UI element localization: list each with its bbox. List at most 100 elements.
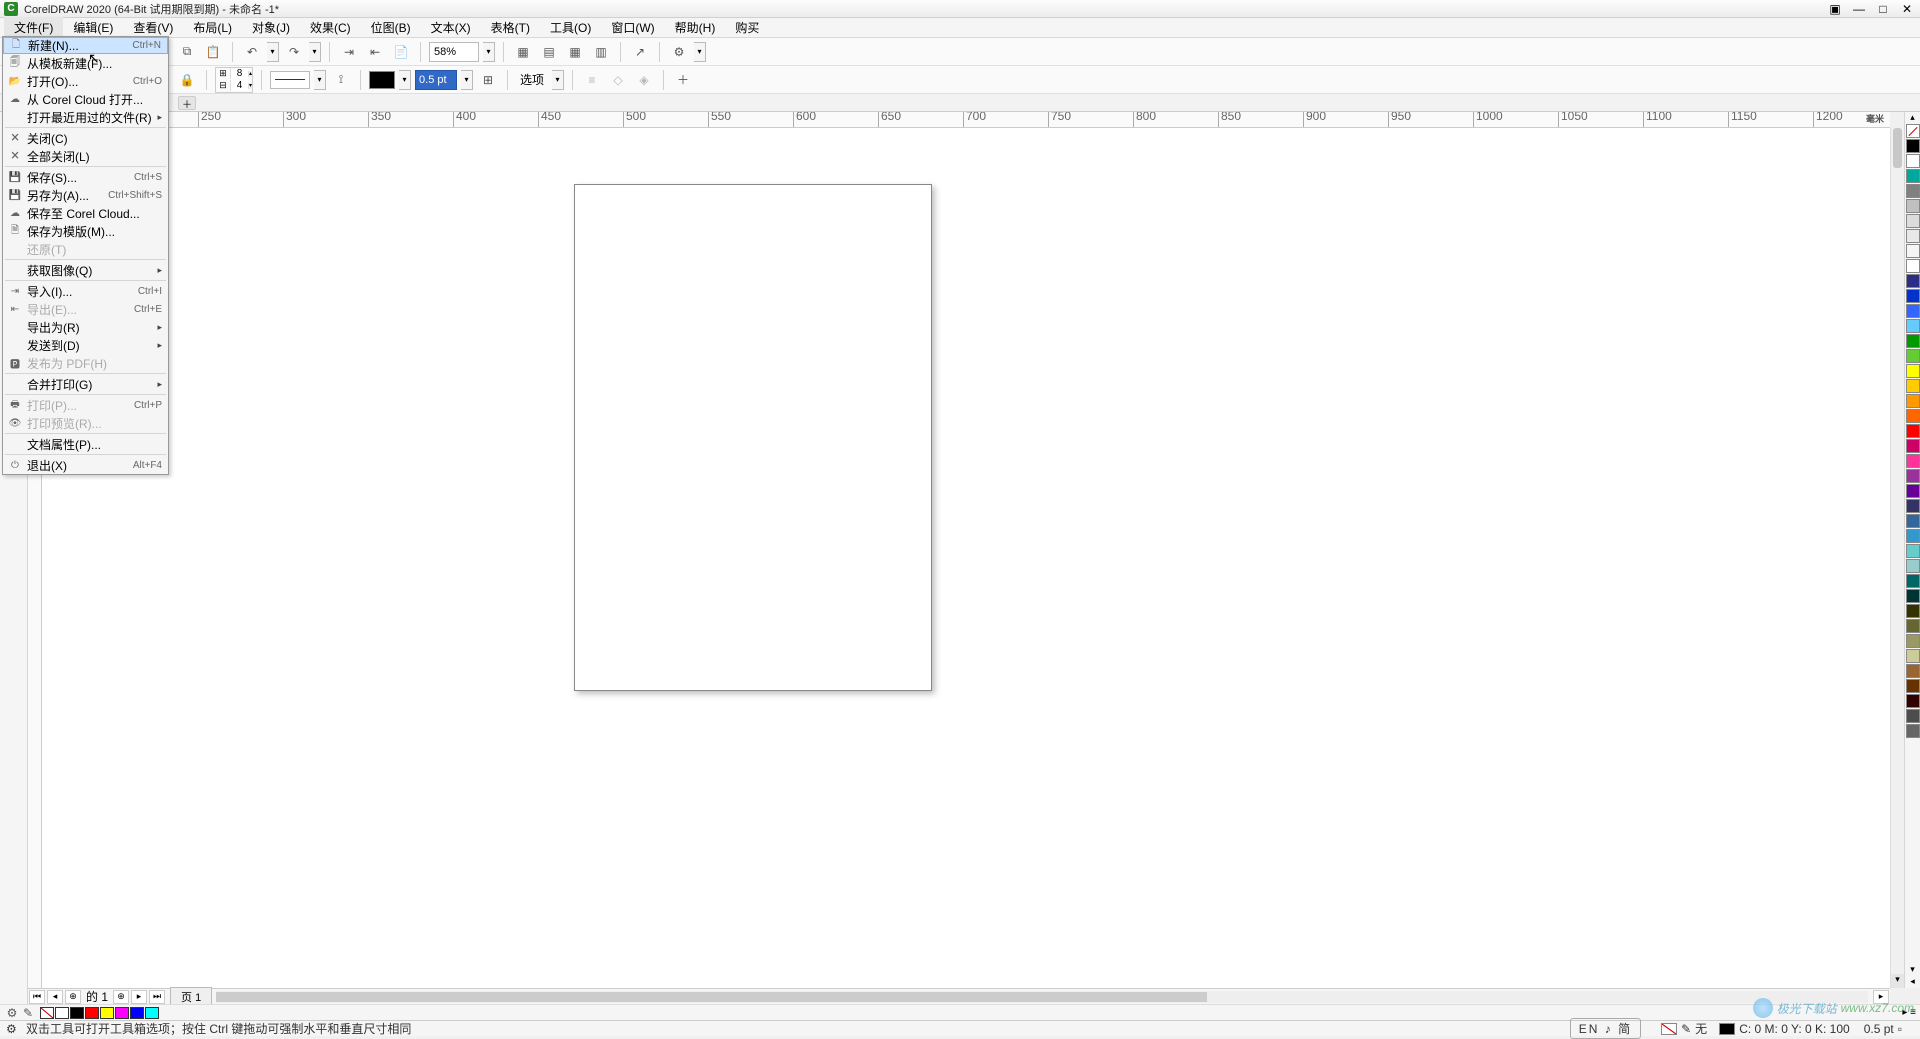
- palette-up-icon[interactable]: ▴: [1905, 112, 1920, 124]
- layout-icon[interactable]: ▣: [1826, 2, 1844, 16]
- palette-swatch[interactable]: [1906, 664, 1920, 678]
- palette-swatch[interactable]: [1906, 694, 1920, 708]
- menu-item-new[interactable]: 🗋新建(N)...Ctrl+N: [3, 37, 168, 54]
- distribute-icon[interactable]: ◇: [607, 69, 629, 91]
- fill-indicator[interactable]: ✎ 无: [1661, 1020, 1707, 1037]
- palette-swatch[interactable]: [1906, 484, 1920, 498]
- redo-icon[interactable]: ↷: [283, 41, 305, 63]
- outline-width-dropdown[interactable]: ▾: [461, 70, 473, 90]
- menu-bitmap[interactable]: 位图(B): [361, 17, 421, 38]
- menu-file[interactable]: 文件(F): [4, 17, 63, 38]
- palette-swatch[interactable]: [1906, 544, 1920, 558]
- menu-item-new-from-template[interactable]: 🗐从模板新建(F)...: [3, 54, 168, 72]
- page-next-icon[interactable]: ▸: [131, 990, 147, 1004]
- maximize-button[interactable]: □: [1874, 2, 1892, 16]
- add-icon[interactable]: ＋: [672, 69, 694, 91]
- palette-swatch[interactable]: [1906, 184, 1920, 198]
- grid-icon[interactable]: ▦: [564, 41, 586, 63]
- palette-swatch[interactable]: [1906, 604, 1920, 618]
- palette-swatch[interactable]: [1906, 244, 1920, 258]
- scroll-down-icon[interactable]: ▾: [1891, 974, 1904, 988]
- launch-icon[interactable]: ↗: [629, 41, 651, 63]
- guides-icon[interactable]: ▥: [590, 41, 612, 63]
- menu-item-close[interactable]: 🗙关闭(C): [3, 129, 168, 147]
- menu-item-close-all[interactable]: 🗙全部关闭(L): [3, 147, 168, 165]
- menu-item-open-cloud[interactable]: ☁从 Corel Cloud 打开...: [3, 90, 168, 108]
- bottom-swatch[interactable]: [145, 1007, 159, 1019]
- menu-item-doc-props[interactable]: 文档属性(P)...: [3, 435, 168, 453]
- menu-text[interactable]: 文本(X): [421, 17, 481, 38]
- options-gear-icon[interactable]: ⚙: [668, 41, 690, 63]
- page-add-before-icon[interactable]: ⊕: [65, 990, 81, 1004]
- menu-object[interactable]: 对象(J): [242, 17, 300, 38]
- align-icon[interactable]: ◈: [633, 69, 655, 91]
- menu-item-exit[interactable]: ⏻退出(X)Alt+F4: [3, 456, 168, 474]
- menu-item-acquire[interactable]: 获取图像(Q)▸: [3, 261, 168, 279]
- palette-swatch[interactable]: [1906, 409, 1920, 423]
- fullscreen-icon[interactable]: ▦: [512, 41, 534, 63]
- outline-width-input[interactable]: [415, 70, 457, 90]
- page-last-icon[interactable]: ⏭: [149, 990, 165, 1004]
- palette-swatch[interactable]: [1906, 319, 1920, 333]
- palette-swatch[interactable]: [1906, 499, 1920, 513]
- outline-indicator[interactable]: C: 0 M: 0 Y: 0 K: 100 0.5 pt ▫: [1719, 1022, 1902, 1036]
- wrap-text-icon[interactable]: ≡: [581, 69, 603, 91]
- vertical-scrollbar[interactable]: ▾: [1890, 128, 1904, 988]
- page-prev-icon[interactable]: ◂: [47, 990, 63, 1004]
- undo-dropdown[interactable]: ▾: [267, 42, 279, 62]
- line-style-picker[interactable]: [270, 71, 310, 89]
- close-button[interactable]: ✕: [1898, 2, 1916, 16]
- page-add-after-icon[interactable]: ⊕: [113, 990, 129, 1004]
- menu-item-save-cloud[interactable]: ☁保存至 Corel Cloud...: [3, 204, 168, 222]
- menu-item-import[interactable]: ⇥导入(I)...Ctrl+I: [3, 282, 168, 300]
- menu-item-save-template[interactable]: 🗎保存为模版(M)...: [3, 222, 168, 240]
- line-start-icon[interactable]: ⟟: [330, 69, 352, 91]
- palette-swatch[interactable]: [1906, 229, 1920, 243]
- palette-swatch[interactable]: [1906, 349, 1920, 363]
- palette-swatch[interactable]: [1906, 709, 1920, 723]
- bottom-swatch[interactable]: [70, 1007, 84, 1019]
- palette-expand-icon[interactable]: ◂: [1905, 976, 1920, 988]
- palette-swatch[interactable]: [1906, 139, 1920, 153]
- publish-pdf-icon[interactable]: 📄: [390, 41, 412, 63]
- menu-layout[interactable]: 布局(L): [183, 17, 242, 38]
- palette-swatch[interactable]: [1906, 379, 1920, 393]
- bottom-swatch[interactable]: [55, 1007, 69, 1019]
- zoom-dropdown[interactable]: ▾: [483, 42, 495, 62]
- outline-color-dropdown[interactable]: ▾: [399, 70, 411, 90]
- menu-help[interactable]: 帮助(H): [665, 17, 726, 38]
- menu-buy[interactable]: 购买: [725, 17, 769, 38]
- palette-none-swatch[interactable]: [1906, 124, 1920, 138]
- outline-color-swatch[interactable]: [369, 71, 395, 89]
- bottom-none-swatch[interactable]: [40, 1007, 54, 1019]
- import-icon[interactable]: ⇥: [338, 41, 360, 63]
- menu-item-send-to[interactable]: 发送到(D)▸: [3, 336, 168, 354]
- palette-swatch[interactable]: [1906, 514, 1920, 528]
- menu-item-recent[interactable]: 打开最近用过的文件(R)▸: [3, 108, 168, 126]
- bottom-swatch[interactable]: [115, 1007, 129, 1019]
- menu-window[interactable]: 窗口(W): [601, 17, 664, 38]
- palette-swatch[interactable]: [1906, 679, 1920, 693]
- palette-swatch[interactable]: [1906, 454, 1920, 468]
- bottom-swatch[interactable]: [100, 1007, 114, 1019]
- grid-cols-rows[interactable]: ⊞8▴ ⊟4▾: [215, 67, 253, 93]
- copy-icon[interactable]: ⧉: [176, 41, 198, 63]
- add-tab-button[interactable]: ＋: [178, 96, 196, 110]
- palette-swatch[interactable]: [1906, 169, 1920, 183]
- palette-swatch[interactable]: [1906, 214, 1920, 228]
- options-label[interactable]: 选项: [516, 71, 548, 88]
- menu-item-merge-print[interactable]: 合并打印(G)▸: [3, 375, 168, 393]
- palette-swatch[interactable]: [1906, 364, 1920, 378]
- border-options-icon[interactable]: ⊞: [477, 69, 499, 91]
- palette-swatch[interactable]: [1906, 724, 1920, 738]
- palette-swatch[interactable]: [1906, 439, 1920, 453]
- menu-edit[interactable]: 编辑(E): [63, 17, 123, 38]
- options-dropdown[interactable]: ▾: [694, 42, 706, 62]
- menu-item-save-as[interactable]: 💾另存为(A)...Ctrl+Shift+S: [3, 186, 168, 204]
- palette-swatch[interactable]: [1906, 469, 1920, 483]
- undo-icon[interactable]: ↶: [241, 41, 263, 63]
- palette-swatch[interactable]: [1906, 304, 1920, 318]
- palette-swatch[interactable]: [1906, 334, 1920, 348]
- palette-swatch[interactable]: [1906, 559, 1920, 573]
- status-gear-icon[interactable]: ⚙: [6, 1022, 20, 1036]
